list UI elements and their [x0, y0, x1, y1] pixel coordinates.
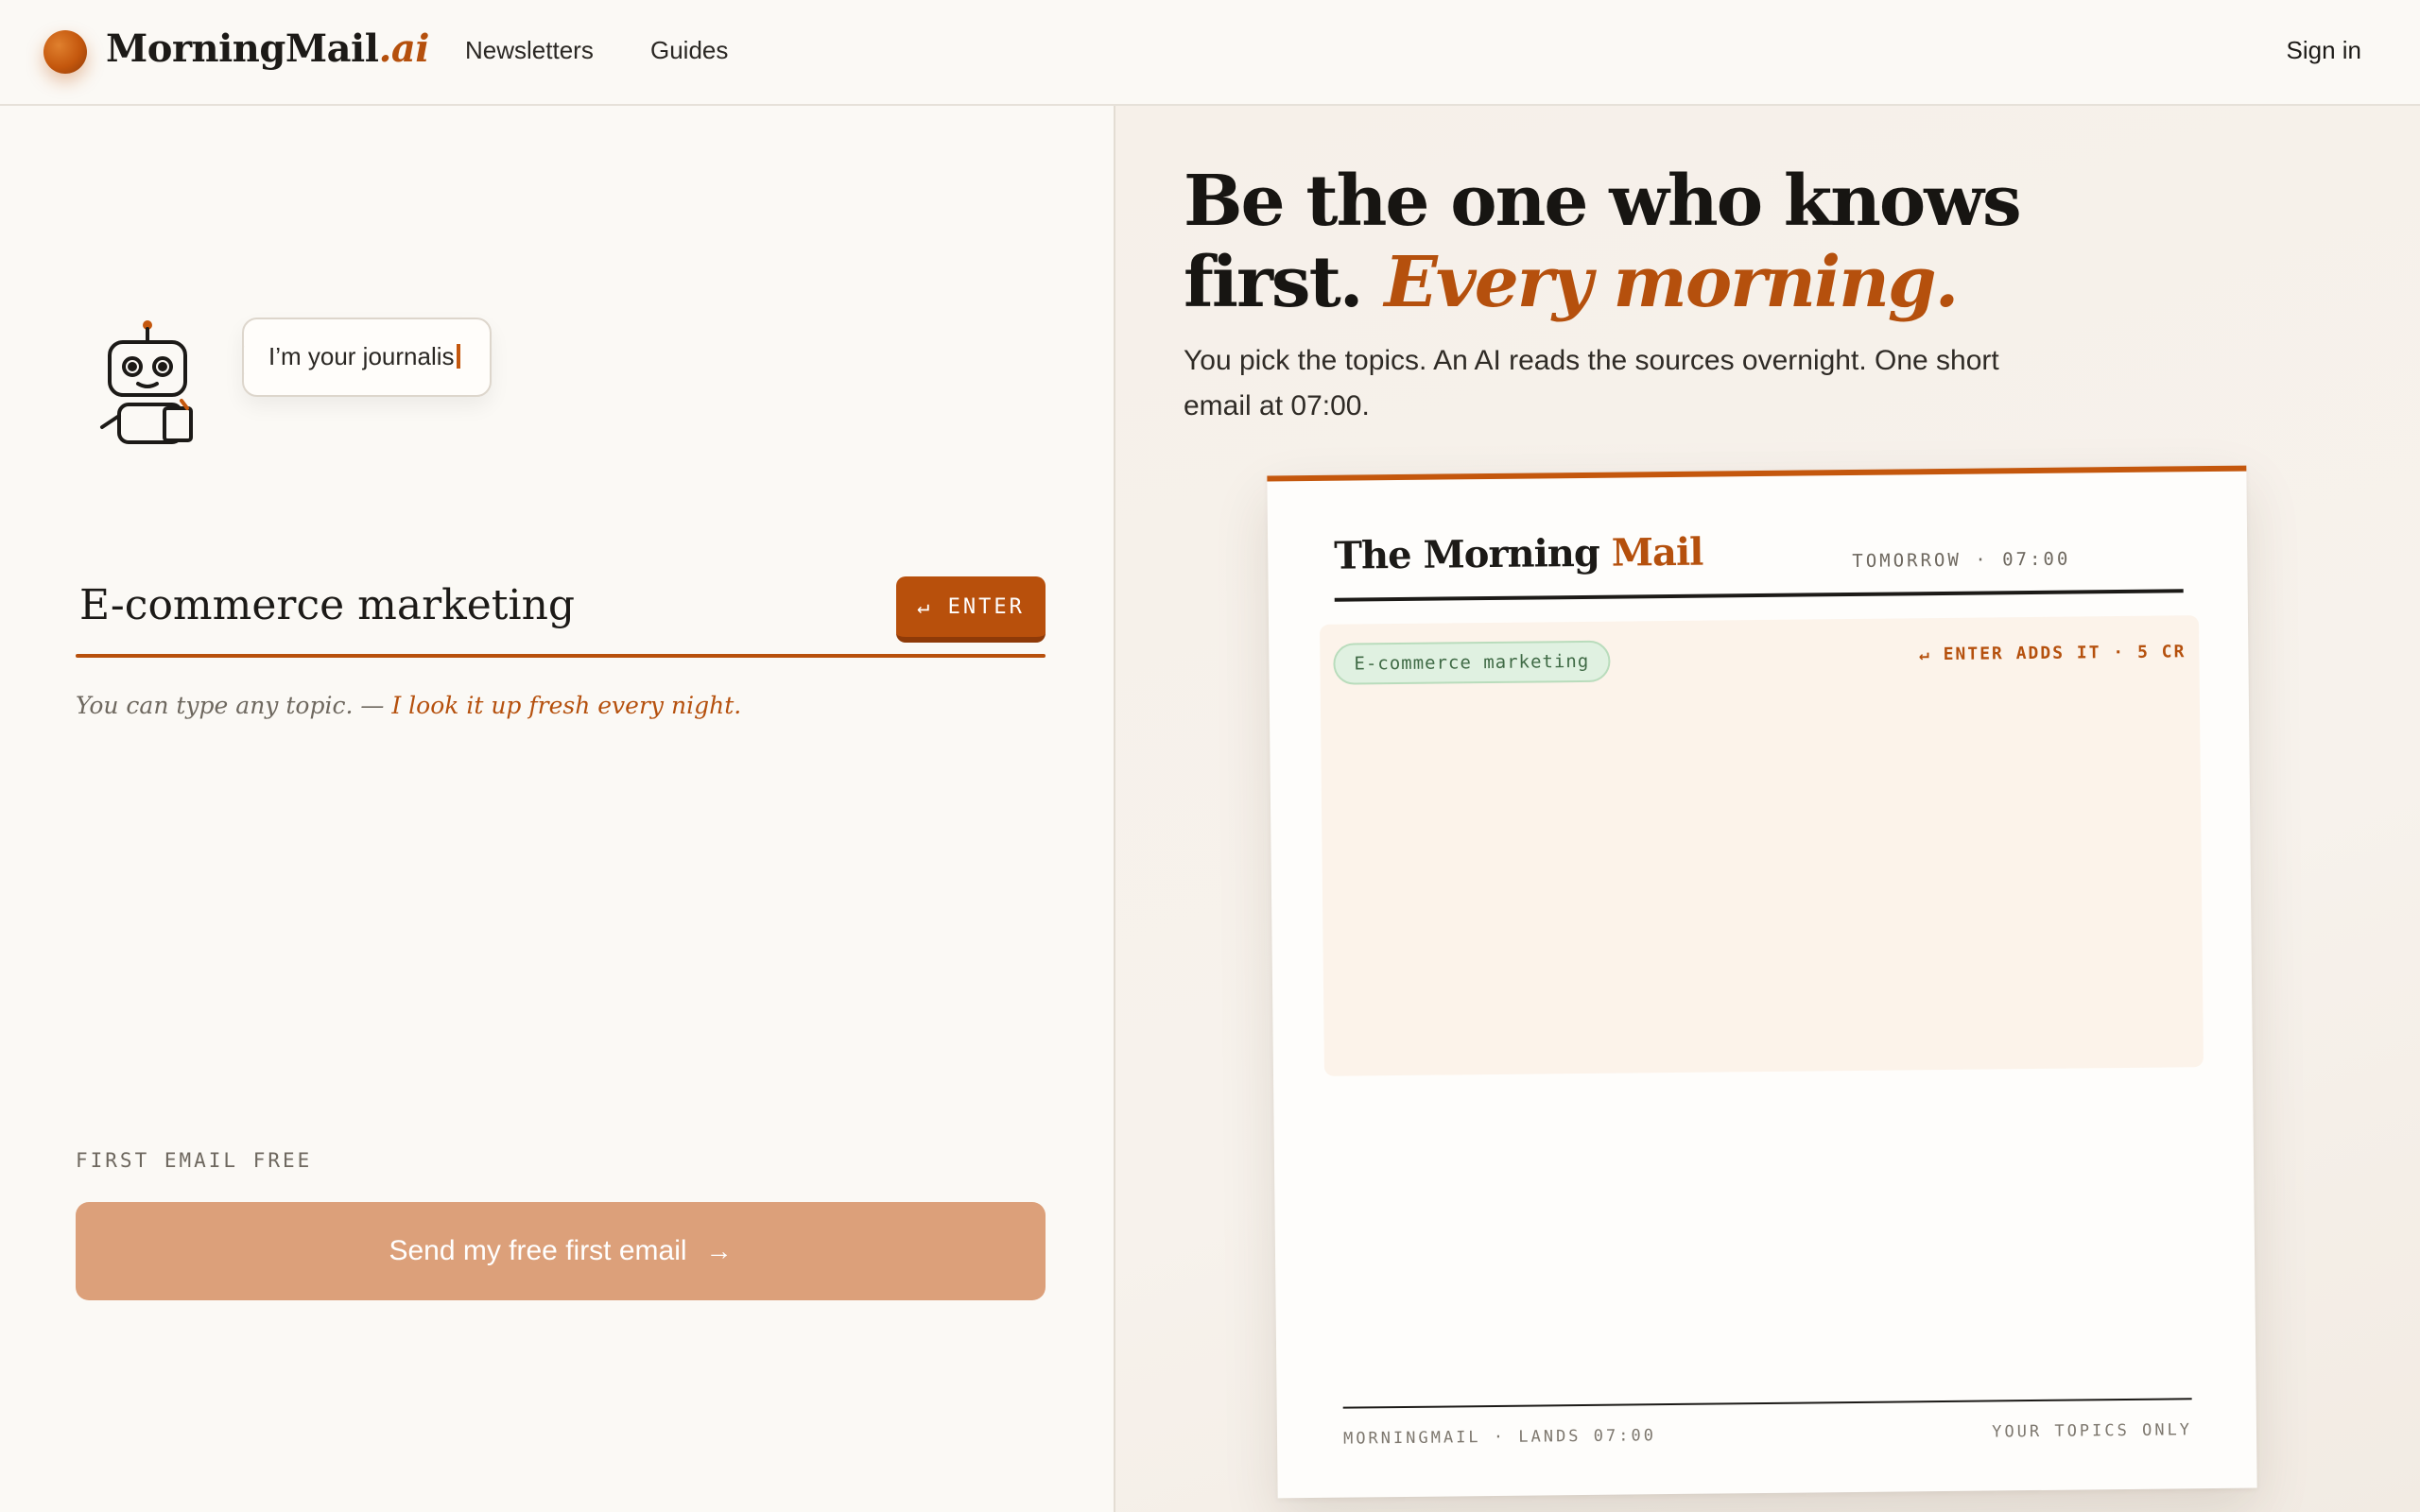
top-header: MorningMail.ai Newsletters Guides Sign i…: [0, 0, 2420, 106]
typing-cursor: [456, 344, 460, 369]
topic-list-area: E-commerce marketing ↵ ENTER ADDS IT · 5…: [1320, 615, 2204, 1076]
topic-hint: You can type any topic. — I look it up f…: [76, 692, 741, 719]
brand-logo[interactable]: MorningMail.ai: [106, 26, 429, 71]
column-divider: [1114, 106, 1115, 1512]
card-header-rule: [1334, 589, 2184, 602]
bubble-text: I’m your journalis: [268, 342, 455, 370]
email-card-title: The Morning Mail: [1334, 530, 1703, 578]
nav-link-guides[interactable]: Guides: [650, 36, 728, 65]
card-footer-rule: [1342, 1398, 2192, 1409]
robot-mascot-icon: [100, 320, 193, 444]
headline-line-1: Be the one who knows: [1184, 161, 2022, 242]
enter-button[interactable]: ↵ ENTER: [896, 576, 1046, 643]
enter-adds-hint: ↵ ENTER ADDS IT · 5 CR: [1918, 642, 2187, 665]
hint-text: You can type any topic. —: [76, 692, 392, 719]
nav-link-newsletters[interactable]: Newsletters: [465, 36, 594, 65]
hero-subtext: You pick the topics. An AI reads the sou…: [1184, 345, 1999, 421]
arrow-right-icon: →: [705, 1236, 733, 1265]
topic-input[interactable]: [76, 567, 851, 643]
first-email-free-label: FIRST EMAIL FREE: [76, 1149, 313, 1172]
logo-orb-icon[interactable]: [43, 30, 87, 74]
send-button-label: Send my free first email: [389, 1235, 687, 1266]
journalist-speech-bubble: I’m your journalis: [242, 318, 492, 397]
card-footer-left: MORNINGMAIL · LANDS 07:00: [1342, 1426, 1657, 1449]
email-card-body: The Morning Mail TOMORROW · 07:00 E-comm…: [1267, 465, 2257, 1499]
sign-in-link[interactable]: Sign in: [2287, 36, 2362, 65]
card-title-accent: Mail: [1611, 529, 1703, 576]
card-title-plain: The Morning: [1334, 530, 1613, 578]
headline-plain: first.: [1184, 242, 1385, 323]
hint-accent-text: I look it up fresh every night.: [391, 692, 742, 719]
topic-input-underline: [76, 654, 1046, 658]
brand-suffix: .ai: [378, 26, 429, 71]
hero-headline: Be the one who knows first. Every mornin…: [1184, 161, 2129, 323]
headline-accent: Every morning.: [1384, 242, 1959, 323]
delivery-time-label: TOMORROW · 07:00: [1852, 548, 2071, 572]
headline-line-2: first. Every morning.: [1184, 242, 2129, 323]
brand-main: MorningMail: [106, 26, 379, 71]
card-footer-right: YOUR TOPICS ONLY: [1992, 1420, 2193, 1442]
send-first-email-button[interactable]: Send my free first email →: [76, 1202, 1046, 1300]
email-preview-card: The Morning Mail TOMORROW · 07:00 E-comm…: [1267, 465, 2257, 1499]
topic-chip[interactable]: E-commerce marketing: [1333, 640, 1611, 685]
